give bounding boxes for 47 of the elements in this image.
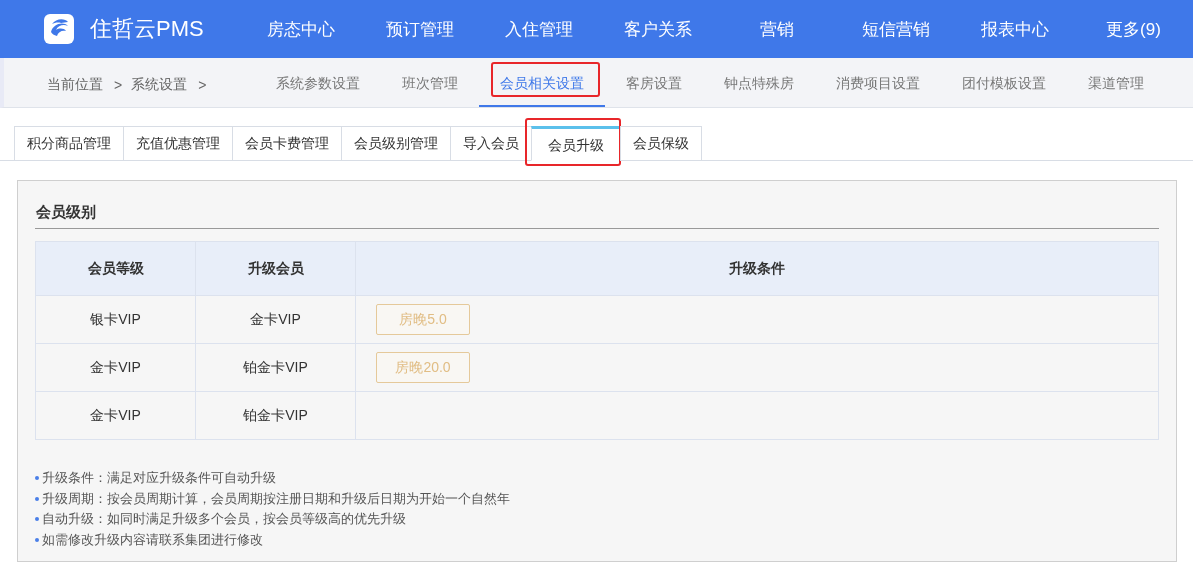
logo-icon bbox=[42, 12, 76, 46]
member-tab[interactable]: 会员卡费管理 bbox=[232, 126, 341, 161]
table-cell: 铂金卡VIP bbox=[195, 343, 356, 392]
member-tab[interactable]: 会员级别管理 bbox=[341, 126, 450, 161]
nav-item[interactable]: 报表中心 bbox=[955, 17, 1074, 41]
breadcrumb-item: 系统设置 bbox=[131, 75, 188, 94]
section-title: 会员级别 bbox=[35, 203, 1159, 229]
breadcrumb-separator: > bbox=[114, 76, 123, 93]
nav-item[interactable]: 房态中心 bbox=[241, 17, 360, 41]
table-cell: 金卡VIP bbox=[35, 343, 196, 392]
nav-item[interactable]: 更多(9) bbox=[1074, 17, 1193, 41]
note-text: 升级周期：按会员周期计算，会员周期按注册日期和升级后日期为开始一个自然年 bbox=[42, 489, 510, 508]
note-text: 自动升级：如同时满足升级多个会员，按会员等级高的优先升级 bbox=[42, 510, 406, 529]
bullet-icon bbox=[35, 537, 39, 542]
nav-item[interactable]: 入住管理 bbox=[479, 17, 598, 41]
table-cell: 金卡VIP bbox=[195, 295, 356, 344]
table-cell: 金卡VIP bbox=[35, 391, 196, 440]
breadcrumb-item: 当前位置 bbox=[47, 75, 103, 94]
member-tab[interactable]: 会员保级 bbox=[620, 126, 702, 161]
settings-tab[interactable]: 团付模板设置 bbox=[941, 58, 1067, 107]
breadcrumb-separator: > bbox=[198, 76, 207, 93]
settings-tab[interactable]: 消费项目设置 bbox=[815, 58, 941, 107]
member-tab[interactable]: 积分商品管理 bbox=[14, 126, 123, 161]
nav-item[interactable]: 客户关系 bbox=[598, 17, 717, 41]
bullet-icon bbox=[35, 476, 39, 481]
column-header: 升级会员 bbox=[195, 241, 356, 296]
settings-tab[interactable]: 客房设置 bbox=[605, 58, 703, 107]
settings-tab[interactable]: 会员相关设置 bbox=[479, 58, 605, 107]
settings-tab[interactable]: 班次管理 bbox=[381, 58, 479, 107]
bullet-icon bbox=[35, 496, 39, 501]
nav-item[interactable]: 短信营销 bbox=[836, 17, 955, 41]
note-text: 升级条件：满足对应升级条件可自动升级 bbox=[42, 469, 276, 488]
column-header: 升级条件 bbox=[355, 241, 1159, 296]
column-header: 会员等级 bbox=[35, 241, 196, 296]
settings-tab[interactable]: 系统参数设置 bbox=[255, 58, 381, 107]
nav-item[interactable]: 预订管理 bbox=[360, 17, 479, 41]
member-tab[interactable]: 导入会员 bbox=[450, 126, 531, 161]
bullet-icon bbox=[35, 517, 39, 522]
settings-tab[interactable]: 渠道管理 bbox=[1067, 58, 1165, 107]
table-cell: 铂金卡VIP bbox=[195, 391, 356, 440]
nav-item[interactable]: 营销 bbox=[717, 17, 836, 41]
member-tab[interactable]: 会员升级 bbox=[531, 126, 620, 161]
note-text: 如需修改升级内容请联系集团进行修改 bbox=[42, 530, 263, 549]
member-tab[interactable]: 充值优惠管理 bbox=[123, 126, 232, 161]
table-cell: 银卡VIP bbox=[35, 295, 196, 344]
settings-tab[interactable]: 钟点特殊房 bbox=[703, 58, 815, 107]
app-name: 住哲云PMS bbox=[90, 15, 204, 43]
